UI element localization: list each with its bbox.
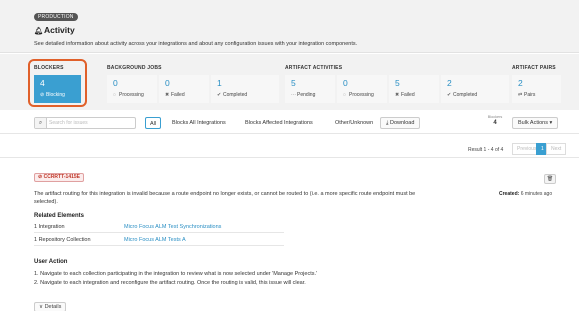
tile-label: Pending [297,92,316,98]
created-time: Created: 6 minutes ago [499,191,552,197]
tile-artifacts-completed[interactable]: 2 ✔ Completed [441,75,509,103]
trash-icon: 🗑︎ [546,176,554,182]
caret-down-icon: ▾ [549,120,553,126]
blocking-icon: ⊘ [38,174,43,180]
created-label: Created: [499,191,520,197]
download-button[interactable]: ⤓ Download [380,117,421,129]
filter-other-unknown[interactable]: Other/Unknown [335,117,373,129]
blockers-count-indicator: Blockers 4 [484,115,506,127]
issue-description: The artifact routing for this integratio… [34,191,416,205]
blockers-count: 4 [493,120,497,126]
search-input[interactable] [49,119,133,127]
action-step: 1. Navigate to each collection participa… [34,271,318,277]
action-step: 2. Navigate to each integration and reco… [34,280,306,286]
user-action-heading: User Action [34,259,68,265]
tile-value: 4 [40,78,45,88]
tile-label: Blocking [46,92,65,98]
details-label: Details [44,304,62,310]
issue-id-badge: ⊘ CCRRTT-1415E [34,173,84,182]
filter-all[interactable]: All [145,117,162,129]
tile-artifacts-pending[interactable]: 5 ⋯Pending [285,75,335,103]
related-count: 1 Integration [34,224,65,230]
tile-value: 0 [113,78,118,88]
results-summary: Result 1 - 4 of 4 [468,147,504,153]
created-value: 6 minutes ago [520,191,553,197]
artifact-pairs-group-label: ARTIFACT PAIRS [512,65,556,71]
details-toggle-button[interactable]: ∨ Details [34,302,67,311]
tile-value: 2 [447,78,452,88]
tile-value: 5 [395,78,400,88]
related-elements-heading: Related Elements [34,213,85,219]
related-link[interactable]: Micro Focus ALM Test Synchronizations [124,224,221,230]
tile-label: Failed [401,92,415,98]
bell-icon: 🔔︎ [34,28,43,35]
download-icon: ⤓ [386,120,389,126]
tile-label: Pairs [524,92,536,98]
pagination-next[interactable]: Next [546,143,567,155]
tile-artifact-pairs[interactable]: 2 ⇄ Pairs [512,75,561,103]
filter-blocks-all-integrations[interactable]: Blocks All Integrations [172,117,226,129]
chevron-down-icon: ∨ [39,304,44,310]
tile-value: 1 [217,78,222,88]
bulk-actions-dropdown[interactable]: Bulk Actions ▾ [512,117,559,129]
page-title-text: Activity [44,25,75,35]
related-row: 1 Repository Collection Micro Focus ALM … [34,236,284,246]
delete-issue-button[interactable]: 🗑︎ [544,174,556,184]
tile-value: 0 [165,78,170,88]
related-row: 1 Integration Micro Focus ALM Test Synch… [34,223,284,233]
environment-badge: PRODUCTION [34,13,78,21]
issue-id: CCRRTT-1415E [43,174,80,180]
related-count: 1 Repository Collection [34,237,91,243]
tile-value: 0 [343,78,348,88]
tile-artifacts-failed[interactable]: 5 ✖ Failed [389,75,439,103]
download-label: Download [389,120,415,126]
tile-jobs-processing[interactable]: 0 ◌ Processing [107,75,157,103]
tile-jobs-failed[interactable]: 0 ✖ Failed [159,75,209,103]
tile-label: Completed [223,92,248,98]
related-link[interactable]: Micro Focus ALM Tests A [124,237,186,243]
page-description: See detailed information about activity … [34,41,358,47]
search-icon[interactable]: ⌕ [35,118,47,128]
tile-label: Completed [453,92,478,98]
tile-value: 5 [291,78,296,88]
bulk-actions-label: Bulk Actions [518,120,548,126]
filter-blocks-affected-integrations[interactable]: Blocks Affected Integrations [245,117,313,129]
tile-jobs-completed[interactable]: 1 ✔ Completed [211,75,279,103]
background-jobs-group-label: BACKGROUND JOBS [107,65,162,71]
tile-blocking[interactable]: 4 ⊘ Blocking [34,75,81,103]
tile-label: Processing [349,92,374,98]
page-title: 🔔︎Activity [34,25,75,37]
artifact-activities-group-label: ARTIFACT ACTIVITIES [285,65,343,71]
tile-label: Processing [119,92,144,98]
tile-label: Failed [171,92,185,98]
tile-artifacts-processing[interactable]: 0 ◌ Processing [337,75,387,103]
search-box: ⌕ [34,117,136,129]
tile-value: 2 [518,78,523,88]
